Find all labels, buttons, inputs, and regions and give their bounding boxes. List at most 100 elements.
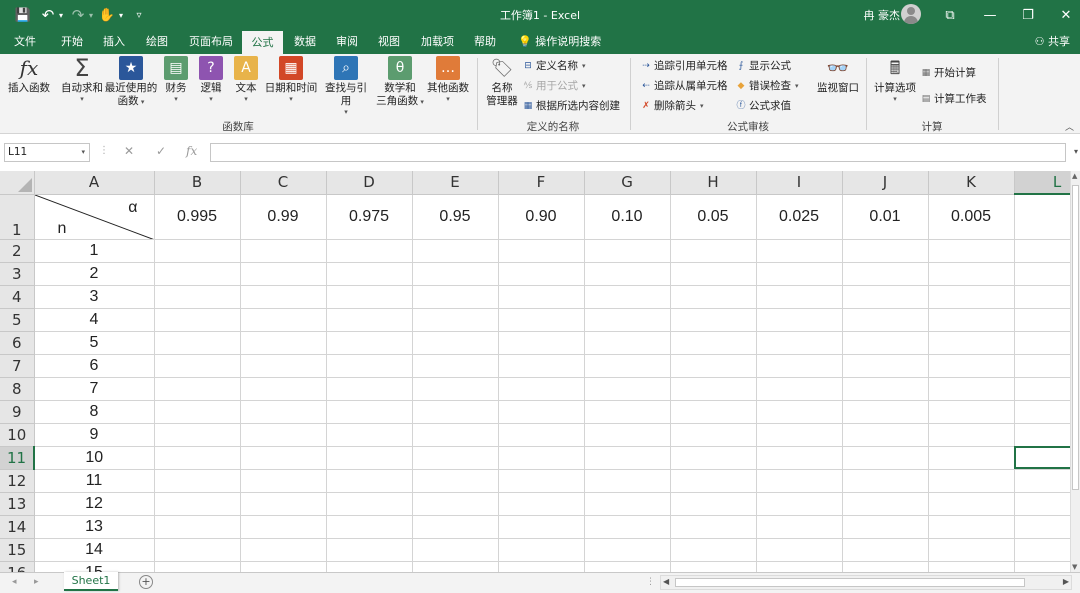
column-header-l[interactable]: L <box>1014 171 1070 195</box>
cell-a1-diagonal-header[interactable]: αn <box>34 194 155 240</box>
row-header[interactable]: 3 <box>0 262 35 286</box>
row-header[interactable]: 1 <box>0 194 35 240</box>
date-time-button[interactable]: ▦ 日期和时间 ▾ <box>264 56 318 104</box>
cell-j4[interactable] <box>842 285 929 309</box>
cell-d9[interactable] <box>326 400 413 424</box>
cell-h5[interactable] <box>670 308 757 332</box>
cell-f12[interactable] <box>498 469 585 493</box>
cell-b2[interactable] <box>154 239 241 263</box>
row-header[interactable]: 2 <box>0 239 35 263</box>
cell-f5[interactable] <box>498 308 585 332</box>
horizontal-scroll-thumb[interactable] <box>675 578 1025 587</box>
cell-b7[interactable] <box>154 354 241 378</box>
cell-b9[interactable] <box>154 400 241 424</box>
cell-i13[interactable] <box>756 492 843 516</box>
cell-b6[interactable] <box>154 331 241 355</box>
cell-l8[interactable] <box>1014 377 1070 401</box>
cell-k13[interactable] <box>928 492 1015 516</box>
prev-sheet-icon[interactable]: ◂ <box>12 577 17 587</box>
column-header-k[interactable]: K <box>928 171 1015 195</box>
cell-l10[interactable] <box>1014 423 1070 447</box>
name-manager-button[interactable]: 🏷 名称 管理器 <box>484 56 520 108</box>
cell-a9[interactable]: 8 <box>34 400 155 424</box>
ribbon-display-options-icon[interactable]: ⧉ <box>930 0 970 30</box>
cell-j8[interactable] <box>842 377 929 401</box>
cell-e16[interactable] <box>412 561 499 572</box>
cell-f9[interactable] <box>498 400 585 424</box>
split-handle-icon[interactable]: ⋮ <box>646 577 655 587</box>
cell-i11[interactable] <box>756 446 843 470</box>
cell-h13[interactable] <box>670 492 757 516</box>
cell-l3[interactable] <box>1014 262 1070 286</box>
redo-dropdown-icon[interactable]: ▾ <box>86 0 96 30</box>
drag-handle-icon[interactable]: ⋮ <box>99 145 109 156</box>
cell-l7[interactable] <box>1014 354 1070 378</box>
cell-h15[interactable] <box>670 538 757 562</box>
cell-g9[interactable] <box>584 400 671 424</box>
cell-i8[interactable] <box>756 377 843 401</box>
cell-k12[interactable] <box>928 469 1015 493</box>
cell-k4[interactable] <box>928 285 1015 309</box>
cell-k5[interactable] <box>928 308 1015 332</box>
cell-h14[interactable] <box>670 515 757 539</box>
cell-k15[interactable] <box>928 538 1015 562</box>
cell-g16[interactable] <box>584 561 671 572</box>
tab-file[interactable]: 文件 <box>14 30 36 54</box>
cell-g11[interactable] <box>584 446 671 470</box>
cell-f16[interactable] <box>498 561 585 572</box>
cell-d16[interactable] <box>326 561 413 572</box>
save-icon[interactable]: 💾 <box>14 0 32 30</box>
cell-e5[interactable] <box>412 308 499 332</box>
cell-j10[interactable] <box>842 423 929 447</box>
row-header[interactable]: 5 <box>0 308 35 332</box>
cell-i3[interactable] <box>756 262 843 286</box>
cell-c8[interactable] <box>240 377 327 401</box>
cell-e8[interactable] <box>412 377 499 401</box>
column-header-i[interactable]: I <box>756 171 843 195</box>
name-box[interactable]: L11 ▾ <box>4 143 90 162</box>
cell-k10[interactable] <box>928 423 1015 447</box>
cell-b3[interactable] <box>154 262 241 286</box>
cell-a15[interactable]: 14 <box>34 538 155 562</box>
cell-g14[interactable] <box>584 515 671 539</box>
cell-f6[interactable] <box>498 331 585 355</box>
cell-k8[interactable] <box>928 377 1015 401</box>
scroll-left-icon[interactable]: ◀ <box>663 577 669 586</box>
math-trig-button[interactable]: θ 数学和 三角函数 ▾ <box>374 56 426 109</box>
cell-h11[interactable] <box>670 446 757 470</box>
row-header[interactable]: 7 <box>0 354 35 378</box>
fx-icon[interactable]: fx <box>186 144 197 158</box>
cell-d8[interactable] <box>326 377 413 401</box>
cell-l13[interactable] <box>1014 492 1070 516</box>
avatar[interactable] <box>901 4 921 24</box>
cell-c10[interactable] <box>240 423 327 447</box>
calculation-options-button[interactable]: 🖩 计算选项 ▾ <box>872 56 918 104</box>
cell-h16[interactable] <box>670 561 757 572</box>
cell-l14[interactable] <box>1014 515 1070 539</box>
cell-c15[interactable] <box>240 538 327 562</box>
add-sheet-icon[interactable]: + <box>139 575 153 589</box>
cell-c9[interactable] <box>240 400 327 424</box>
cell-j7[interactable] <box>842 354 929 378</box>
cell-k6[interactable] <box>928 331 1015 355</box>
close-icon[interactable]: ✕ <box>1046 0 1080 30</box>
cell-l2[interactable] <box>1014 239 1070 263</box>
select-all-button[interactable] <box>0 171 35 195</box>
cell-l5[interactable] <box>1014 308 1070 332</box>
cell-e6[interactable] <box>412 331 499 355</box>
tab-page-layout[interactable]: 页面布局 <box>189 30 233 54</box>
column-header-f[interactable]: F <box>498 171 585 195</box>
cell-i5[interactable] <box>756 308 843 332</box>
cell-b10[interactable] <box>154 423 241 447</box>
cell-h3[interactable] <box>670 262 757 286</box>
cell-g15[interactable] <box>584 538 671 562</box>
tab-home[interactable]: 开始 <box>61 30 83 54</box>
cell-j5[interactable] <box>842 308 929 332</box>
cell-g5[interactable] <box>584 308 671 332</box>
cell-g12[interactable] <box>584 469 671 493</box>
evaluate-formula-button[interactable]: ⓕ 公式求值 <box>735 99 791 113</box>
cell-l15[interactable] <box>1014 538 1070 562</box>
cell-h12[interactable] <box>670 469 757 493</box>
use-in-formula-button[interactable]: ⅍ 用于公式 ▾ <box>522 79 586 93</box>
cell-k7[interactable] <box>928 354 1015 378</box>
